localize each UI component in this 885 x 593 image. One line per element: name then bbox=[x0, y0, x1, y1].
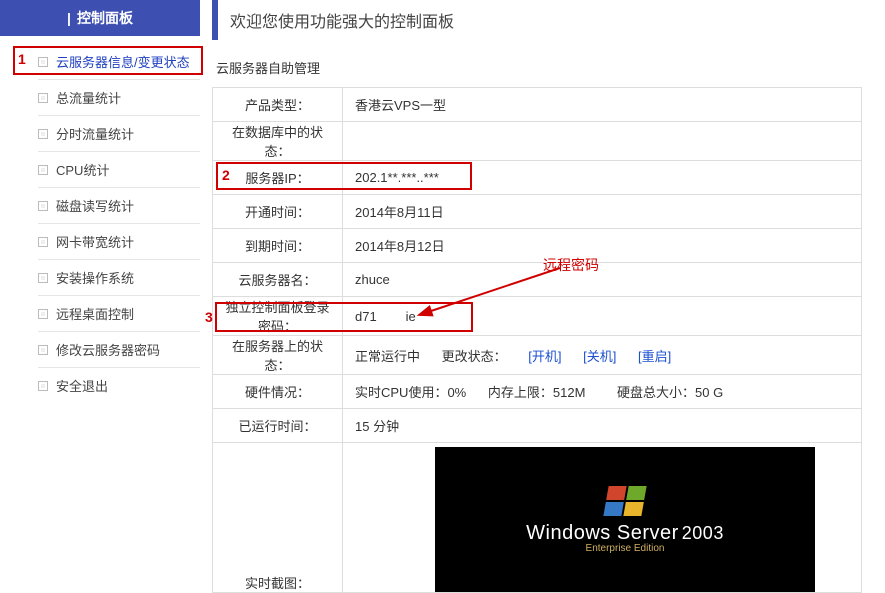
cell-label: 已运行时间： bbox=[213, 409, 343, 443]
bullet-icon bbox=[38, 309, 48, 319]
sidebar-item-disk-io[interactable]: 磁盘读写统计 bbox=[38, 190, 200, 221]
sidebar-item-change-password[interactable]: 修改云服务器密码 bbox=[38, 334, 200, 365]
sidebar-item-total-traffic[interactable]: 总流量统计 bbox=[38, 82, 200, 113]
hardware-cpu: 实时CPU使用：0% bbox=[355, 385, 466, 400]
row-screenshot: 实时截图： Windows Server2003 Enterprise Edit… bbox=[213, 443, 862, 593]
annotation-remote-password: 远程密码 bbox=[543, 255, 599, 275]
row-panel-password: 独立控制面板登录密码： d71 ie bbox=[213, 297, 862, 336]
bullet-icon bbox=[38, 129, 48, 139]
cell-screenshot: Windows Server2003 Enterprise Edition bbox=[343, 443, 862, 593]
page-title: 欢迎您使用功能强大的控制面板 bbox=[212, 0, 885, 40]
cell-label: 服务器IP： bbox=[213, 161, 343, 195]
status-value: 正常运行中 bbox=[355, 346, 420, 365]
sidebar-item-install-os[interactable]: 安装操作系统 bbox=[38, 262, 200, 293]
sidebar-item-label: 磁盘读写统计 bbox=[56, 196, 134, 215]
cell-value: 2014年8月12日 bbox=[343, 229, 862, 263]
cell-value: 香港云VPS一型 bbox=[343, 88, 862, 122]
cell-label: 实时截图： bbox=[213, 443, 343, 593]
row-server-status: 在服务器上的状态： 正常运行中 更改状态： [开机] [关机] [重启] bbox=[213, 336, 862, 375]
sidebar-item-label: 网卡带宽统计 bbox=[56, 232, 134, 251]
row-product-type: 产品类型： 香港云VPS一型 bbox=[213, 88, 862, 122]
main-content: 欢迎您使用功能强大的控制面板 云服务器自助管理 产品类型： 香港云VPS一型 在… bbox=[200, 0, 885, 593]
sidebar-item-label: 修改云服务器密码 bbox=[56, 340, 160, 359]
sidebar-item-label: 安全退出 bbox=[56, 376, 108, 395]
hardware-disk: 硬盘总大小：50 G bbox=[617, 385, 723, 400]
cell-label: 云服务器名： bbox=[213, 263, 343, 297]
row-db-status: 在数据库中的状态： bbox=[213, 122, 862, 161]
sidebar-item-remote-desktop[interactable]: 远程桌面控制 bbox=[38, 298, 200, 329]
bullet-icon bbox=[38, 93, 48, 103]
action-power-on[interactable]: [开机] bbox=[528, 346, 561, 365]
cell-value: zhuce bbox=[343, 263, 862, 297]
change-status-label: 更改状态： bbox=[442, 346, 507, 365]
cell-label: 独立控制面板登录密码： bbox=[213, 297, 343, 336]
sidebar-item-label: 远程桌面控制 bbox=[56, 304, 134, 323]
row-hardware: 硬件情况： 实时CPU使用：0% 内存上限：512M 硬盘总大小：50 G bbox=[213, 375, 862, 409]
sidebar-item-nic-bandwidth[interactable]: 网卡带宽统计 bbox=[38, 226, 200, 257]
server-screenshot: Windows Server2003 Enterprise Edition bbox=[435, 447, 815, 592]
sidebar-item-hourly-traffic[interactable]: 分时流量统计 bbox=[38, 118, 200, 149]
row-server-ip: 服务器IP： 202.1**.***..*** bbox=[213, 161, 862, 195]
cell-label: 在服务器上的状态： bbox=[213, 336, 343, 375]
sidebar-item-server-info[interactable]: 云服务器信息/变更状态 bbox=[38, 46, 200, 77]
annotation-number-2: 2 bbox=[222, 167, 230, 183]
cell-value: 15 分钟 bbox=[343, 409, 862, 443]
sidebar-item-label: 分时流量统计 bbox=[56, 124, 134, 143]
sidebar-item-label: CPU统计 bbox=[56, 160, 109, 179]
sidebar-title: 控制面板 bbox=[67, 10, 133, 26]
server-info-table: 产品类型： 香港云VPS一型 在数据库中的状态： 服务器IP： 202.1**.… bbox=[212, 87, 862, 593]
cell-value: 2014年8月11日 bbox=[343, 195, 862, 229]
sidebar-item-label: 云服务器信息/变更状态 bbox=[56, 52, 190, 71]
bullet-icon bbox=[38, 201, 48, 211]
row-open-time: 开通时间： 2014年8月11日 bbox=[213, 195, 862, 229]
cell-value: 202.1**.***..*** bbox=[343, 161, 862, 195]
row-runtime: 已运行时间： 15 分钟 bbox=[213, 409, 862, 443]
hardware-mem: 内存上限：512M bbox=[488, 385, 586, 400]
bullet-icon bbox=[38, 381, 48, 391]
cell-label: 硬件情况： bbox=[213, 375, 343, 409]
bullet-icon bbox=[38, 57, 48, 67]
cell-value: d71 ie bbox=[343, 297, 862, 336]
annotation-number-3: 3 bbox=[205, 309, 213, 325]
windows-edition-text: Enterprise Edition bbox=[586, 543, 665, 554]
row-server-name: 云服务器名： zhuce bbox=[213, 263, 862, 297]
cell-label: 开通时间： bbox=[213, 195, 343, 229]
windows-logo-icon bbox=[603, 486, 646, 516]
sidebar-item-label: 安装操作系统 bbox=[56, 268, 134, 287]
action-power-off[interactable]: [关机] bbox=[583, 346, 616, 365]
action-reboot[interactable]: [重启] bbox=[638, 346, 671, 365]
sidebar-item-cpu[interactable]: CPU统计 bbox=[38, 154, 200, 185]
sidebar-item-logout[interactable]: 安全退出 bbox=[38, 370, 200, 401]
row-expire-time: 到期时间： 2014年8月12日 bbox=[213, 229, 862, 263]
cell-value: 正常运行中 更改状态： [开机] [关机] [重启] bbox=[343, 336, 862, 375]
section-title: 云服务器自助管理 bbox=[212, 50, 885, 87]
cell-value bbox=[343, 122, 862, 161]
sidebar-item-label: 总流量统计 bbox=[56, 88, 121, 107]
cell-label: 产品类型： bbox=[213, 88, 343, 122]
annotation-number-1: 1 bbox=[18, 51, 26, 67]
bullet-icon bbox=[38, 273, 48, 283]
bullet-icon bbox=[38, 345, 48, 355]
sidebar-header: 控制面板 bbox=[0, 0, 200, 36]
windows-server-text: Windows Server2003 bbox=[526, 522, 724, 545]
cell-value: 实时CPU使用：0% 内存上限：512M 硬盘总大小：50 G bbox=[343, 375, 862, 409]
cell-label: 在数据库中的状态： bbox=[213, 122, 343, 161]
sidebar: 控制面板 云服务器信息/变更状态 总流量统计 分时流量统计 CPU统计 bbox=[0, 0, 200, 401]
cell-label: 到期时间： bbox=[213, 229, 343, 263]
bullet-icon bbox=[38, 237, 48, 247]
bullet-icon bbox=[38, 165, 48, 175]
